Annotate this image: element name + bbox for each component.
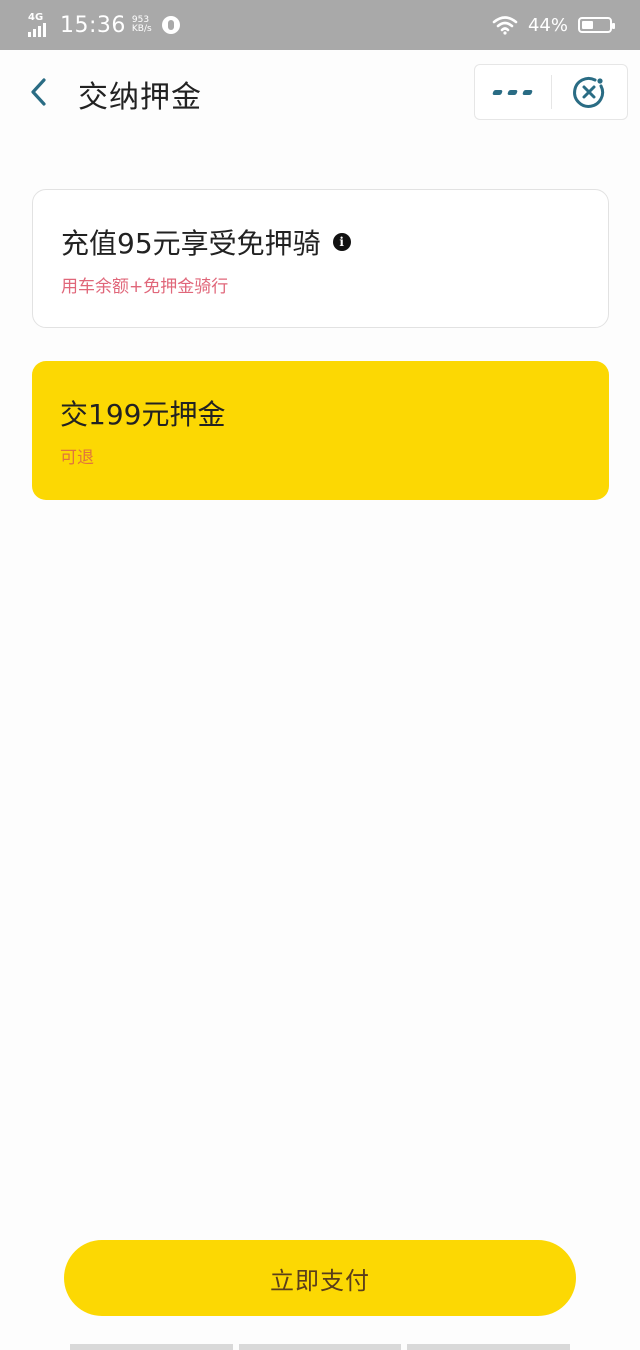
option-title-text: 充值95元享受免押骑 <box>61 227 321 260</box>
option-subtitle: 用车余额+免押金骑行 <box>61 277 229 297</box>
page-title: 交纳押金 <box>78 80 202 115</box>
close-button[interactable] <box>552 65 628 119</box>
close-icon <box>573 76 605 108</box>
option-title-text: 交199元押金 <box>60 398 226 431</box>
pay-now-button[interactable]: 立即支付 <box>64 1240 576 1316</box>
more-button[interactable] <box>475 65 551 119</box>
speed-unit: KB/s <box>131 24 152 34</box>
status-bar-left: 4G 15:36 953 KB/s <box>28 10 180 40</box>
notification-icon <box>161 16 180 34</box>
status-bar: 4G 15:36 953 KB/s 44% <box>0 0 640 50</box>
option-subtitle: 可退 <box>60 448 94 468</box>
option-card-free-deposit[interactable]: 充值95元享受免押骑 i 用车余额+免押金骑行 <box>32 189 609 328</box>
info-icon[interactable]: i <box>332 233 351 251</box>
back-button[interactable] <box>24 76 56 108</box>
network-type: 4G <box>28 12 44 23</box>
option-card-deposit[interactable]: 交199元押金 可退 <box>32 361 609 500</box>
battery-percent: 44% <box>527 14 568 36</box>
battery-icon <box>578 17 615 33</box>
more-icon <box>492 89 534 95</box>
option-title: 充值95元享受免押骑 i <box>61 222 351 262</box>
signal-icon: 4G <box>28 13 54 37</box>
miniprogram-capsule <box>474 64 628 120</box>
bottom-bar-edge <box>70 1344 571 1350</box>
battery-fill <box>582 21 593 29</box>
nav-bar: 交纳押金 <box>0 50 640 136</box>
wifi-icon <box>492 16 518 35</box>
back-arrow-icon <box>31 78 46 106</box>
option-title: 交199元押金 <box>60 393 225 433</box>
status-bar-right: 44% <box>492 10 615 40</box>
network-speed: 953 KB/s <box>132 16 152 34</box>
clock: 15:36 <box>60 12 126 38</box>
